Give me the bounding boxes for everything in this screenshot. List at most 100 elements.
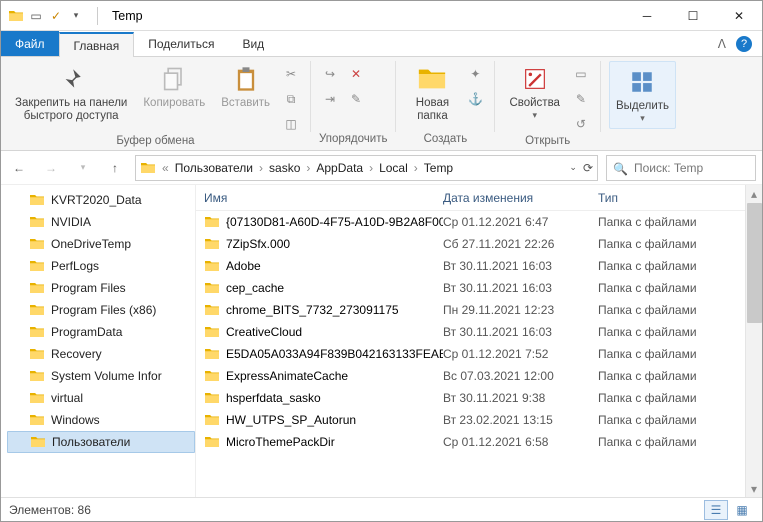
scroll-up-icon[interactable]: ▴	[746, 185, 762, 202]
properties-button[interactable]: Свойства ▾	[503, 61, 566, 123]
minimize-button[interactable]: ─	[624, 1, 670, 31]
open-icon[interactable]: ▭	[570, 63, 592, 85]
new-folder-button[interactable]: Новая папка	[404, 61, 460, 125]
back-button[interactable]: ←	[7, 156, 31, 180]
properties-label: Свойства	[509, 97, 560, 110]
scrollbar[interactable]: ▴ ▾	[745, 185, 762, 497]
search-icon: 🔍	[613, 162, 628, 176]
tree-label: OneDriveTemp	[51, 237, 131, 251]
file-row[interactable]: E5DA05A033A94F839B042163133FEAB1Ср 01.12…	[196, 343, 745, 365]
tree-node[interactable]: KVRT2020_Data	[7, 189, 195, 211]
folder-icon	[204, 258, 220, 274]
group-select	[609, 133, 676, 148]
search-input[interactable]: 🔍 Поиск: Temp	[606, 155, 756, 181]
crumb-1[interactable]: sasko	[265, 161, 304, 175]
recent-dropdown[interactable]: ▾	[71, 156, 95, 180]
scroll-thumb[interactable]	[747, 203, 762, 323]
file-row[interactable]: AdobeВт 30.11.2021 16:03Папка с файлами	[196, 255, 745, 277]
chevron-icon[interactable]: ›	[257, 161, 265, 175]
paste-button[interactable]: Вставить	[215, 61, 276, 112]
file-row[interactable]: ExpressAnimateCacheВс 07.03.2021 12:00Па…	[196, 365, 745, 387]
file-type: Папка с файлами	[598, 413, 745, 427]
up-button[interactable]: ↑	[103, 156, 127, 180]
select-button[interactable]: Выделить ▾	[609, 61, 676, 129]
breadcrumb[interactable]: « Пользователи › sasko › AppData › Local…	[135, 155, 598, 181]
tab-share[interactable]: Поделиться	[134, 31, 228, 56]
details-view-button[interactable]: ☰	[704, 500, 728, 520]
tree-node[interactable]: System Volume Infor	[7, 365, 195, 387]
file-row[interactable]: chrome_BITS_7732_273091175Пн 29.11.2021 …	[196, 299, 745, 321]
titlebar: ▭ ✓ ▾ Temp ─ ☐ ✕	[1, 1, 762, 31]
file-row[interactable]: {07130D81-A60D-4F75-A10D-9B2A8F00D...Ср …	[196, 211, 745, 233]
qat-properties-icon[interactable]: ▭	[27, 7, 45, 25]
group-clipboard: Буфер обмена	[9, 135, 302, 148]
file-row[interactable]: 7ZipSfx.000Сб 27.11.2021 22:26Папка с фа…	[196, 233, 745, 255]
file-name: HW_UTPS_SP_Autorun	[226, 413, 356, 427]
tree-node[interactable]: virtual	[7, 387, 195, 409]
file-date: Ср 01.12.2021 6:58	[443, 435, 598, 449]
col-date[interactable]: Дата изменения	[443, 191, 598, 205]
tree-node[interactable]: Program Files (x86)	[7, 299, 195, 321]
delete-icon[interactable]: ✕	[345, 63, 367, 85]
maximize-button[interactable]: ☐	[670, 1, 716, 31]
tree-node[interactable]: NVIDIA	[7, 211, 195, 233]
pin-button[interactable]: Закрепить на панели быстрого доступа	[9, 61, 133, 125]
select-icon	[626, 66, 658, 98]
chevron-icon[interactable]: ›	[412, 161, 420, 175]
forward-button[interactable]: →	[39, 156, 63, 180]
crumb-3[interactable]: Local	[375, 161, 412, 175]
edit-icon[interactable]: ✎	[570, 88, 592, 110]
refresh-icon[interactable]: ⟳	[583, 161, 593, 175]
crumb-2[interactable]: AppData	[312, 161, 367, 175]
crumb-4[interactable]: Temp	[420, 161, 457, 175]
file-row[interactable]: HW_UTPS_SP_AutorunВт 23.02.2021 13:15Пап…	[196, 409, 745, 431]
col-type[interactable]: Тип	[598, 191, 745, 205]
history-icon[interactable]: ↺	[570, 113, 592, 135]
folder-icon	[29, 412, 45, 428]
move-to-icon[interactable]: ↪	[319, 63, 341, 85]
file-type: Папка с файлами	[598, 391, 745, 405]
nav-tree[interactable]: KVRT2020_DataNVIDIAOneDriveTempPerfLogsP…	[1, 185, 196, 497]
pin-label: Закрепить на панели быстрого доступа	[15, 97, 127, 123]
paste-shortcut-icon[interactable]: ◫	[280, 113, 302, 135]
tab-file[interactable]: Файл	[1, 31, 59, 56]
qat-dropdown-icon[interactable]: ▾	[67, 7, 85, 25]
icons-view-button[interactable]: ▦	[730, 500, 754, 520]
chevron-icon[interactable]: ›	[304, 161, 312, 175]
help-icon[interactable]: ?	[736, 36, 752, 52]
cut-icon[interactable]: ✂	[280, 63, 302, 85]
chevron-icon[interactable]: ›	[367, 161, 375, 175]
tree-node[interactable]: Windows	[7, 409, 195, 431]
new-item-icon[interactable]: ✦	[464, 63, 486, 85]
tab-view[interactable]: Вид	[228, 31, 278, 56]
tree-node[interactable]: ProgramData	[7, 321, 195, 343]
tree-node[interactable]: PerfLogs	[7, 255, 195, 277]
chevron-icon[interactable]: «	[160, 161, 171, 175]
rename-icon[interactable]: ✎	[345, 88, 367, 110]
tree-node[interactable]: Пользователи	[7, 431, 195, 453]
close-button[interactable]: ✕	[716, 1, 762, 31]
tree-node[interactable]: Recovery	[7, 343, 195, 365]
file-row[interactable]: hsperfdata_saskoВт 30.11.2021 9:38Папка …	[196, 387, 745, 409]
file-rows[interactable]: {07130D81-A60D-4F75-A10D-9B2A8F00D...Ср …	[196, 211, 745, 497]
file-row[interactable]: MicroThemePackDirСр 01.12.2021 6:58Папка…	[196, 431, 745, 453]
tree-node[interactable]: OneDriveTemp	[7, 233, 195, 255]
address-dropdown-icon[interactable]: ⌄	[569, 162, 577, 173]
ribbon-collapse-icon[interactable]: ᐱ	[718, 37, 726, 51]
copy-path-icon[interactable]: ⧉	[280, 88, 302, 110]
paste-label: Вставить	[221, 97, 270, 110]
tree-node[interactable]: Program Files	[7, 277, 195, 299]
file-name: CreativeCloud	[226, 325, 302, 339]
col-name[interactable]: Имя	[196, 191, 443, 205]
column-headers[interactable]: Имя Дата изменения Тип	[196, 185, 745, 211]
tab-home[interactable]: Главная	[59, 32, 135, 57]
folder-icon	[29, 346, 45, 362]
qat-select-icon[interactable]: ✓	[47, 7, 65, 25]
scroll-down-icon[interactable]: ▾	[746, 480, 762, 497]
file-row[interactable]: CreativeCloudВт 30.11.2021 16:03Папка с …	[196, 321, 745, 343]
file-row[interactable]: cep_cacheВт 30.11.2021 16:03Папка с файл…	[196, 277, 745, 299]
copy-button[interactable]: Копировать	[137, 61, 211, 112]
easy-access-icon[interactable]: ⚓	[464, 88, 486, 110]
copy-to-icon[interactable]: ⇥	[319, 88, 341, 110]
crumb-0[interactable]: Пользователи	[171, 161, 257, 175]
